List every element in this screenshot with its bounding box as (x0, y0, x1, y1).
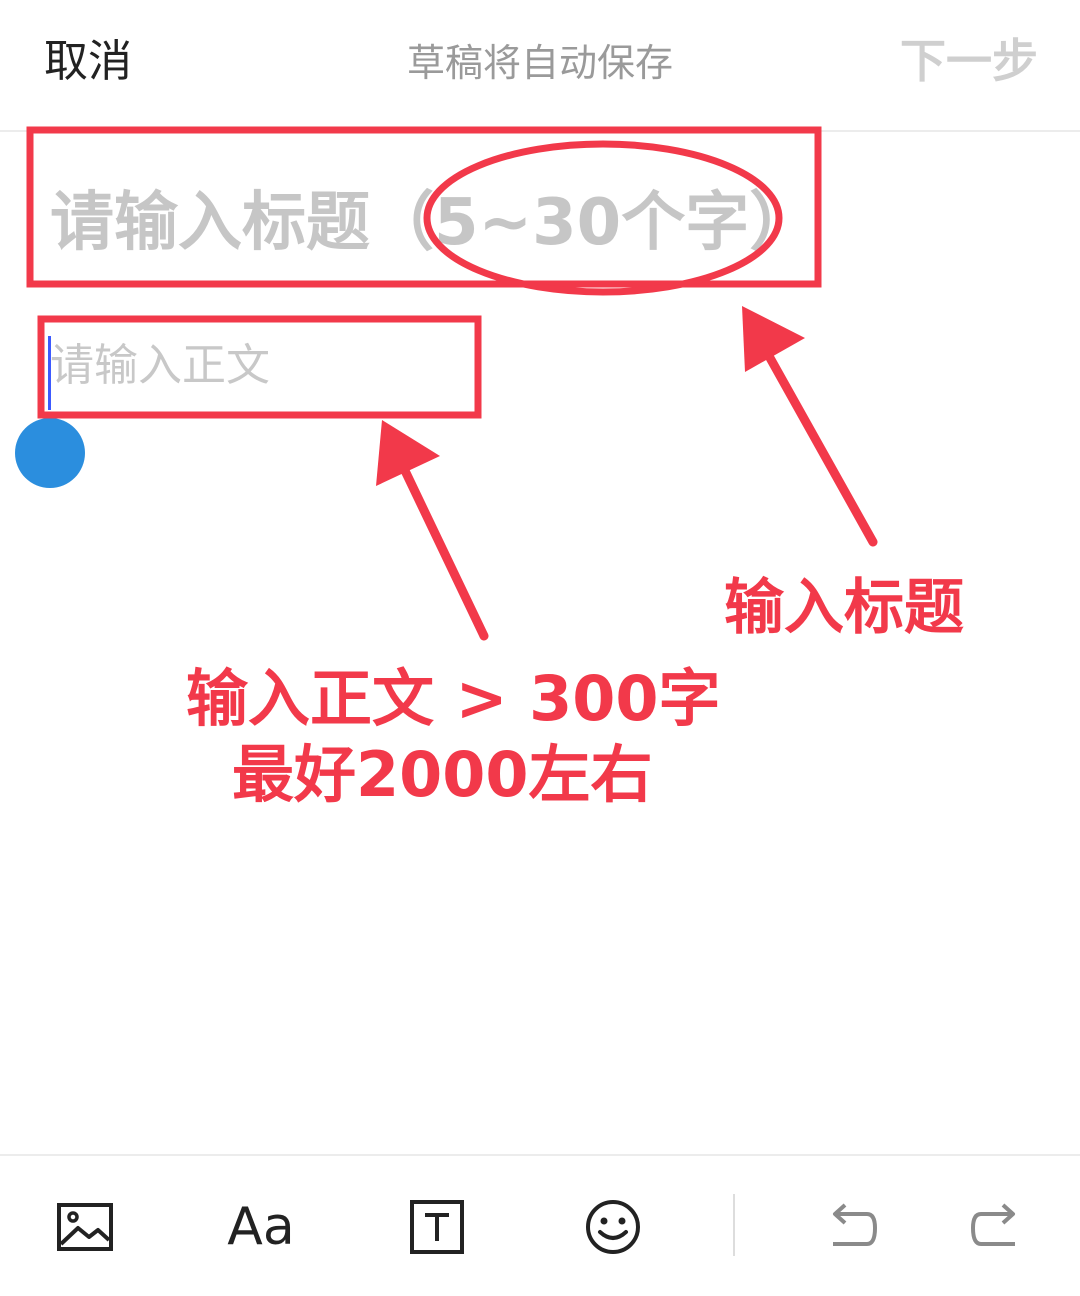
body-input[interactable]: 请输入正文 (50, 334, 470, 398)
cursor-drag-handle[interactable] (15, 418, 85, 488)
text-box-icon (410, 1200, 464, 1254)
body-arrow (376, 420, 489, 641)
title-arrow (742, 306, 878, 547)
toolbar-divider (733, 1194, 735, 1256)
next-step-button[interactable]: 下一步 (900, 32, 1038, 90)
formatting-toolbar: Aa (0, 1154, 1080, 1296)
title-input[interactable]: 请输入标题（5~30个字） (50, 182, 813, 264)
emoji-button[interactable] (568, 1182, 658, 1272)
emoji-icon (586, 1200, 640, 1254)
font-style-button[interactable]: Aa (216, 1182, 306, 1272)
redo-icon (970, 1203, 1015, 1246)
image-icon (57, 1203, 113, 1251)
body-hint-annotation-line2: 最好2000左右 (232, 738, 653, 811)
font-style-icon: Aa (227, 1197, 295, 1257)
body-hint-annotation-line1: 输入正文 > 300字 (186, 662, 721, 735)
undo-button[interactable] (806, 1182, 896, 1272)
redo-button[interactable] (952, 1182, 1042, 1272)
text-caret (48, 336, 51, 410)
top-bar: 取消 草稿将自动保存 下一步 (0, 0, 1080, 132)
undo-icon (833, 1203, 878, 1246)
title-hint-annotation: 输入标题 (724, 573, 964, 643)
text-box-button[interactable] (392, 1182, 482, 1272)
editor-page: 取消 草稿将自动保存 下一步 请输入标题（5~30个字） 请输入正文 输入标题 … (0, 0, 1080, 1296)
insert-image-button[interactable] (40, 1182, 130, 1272)
